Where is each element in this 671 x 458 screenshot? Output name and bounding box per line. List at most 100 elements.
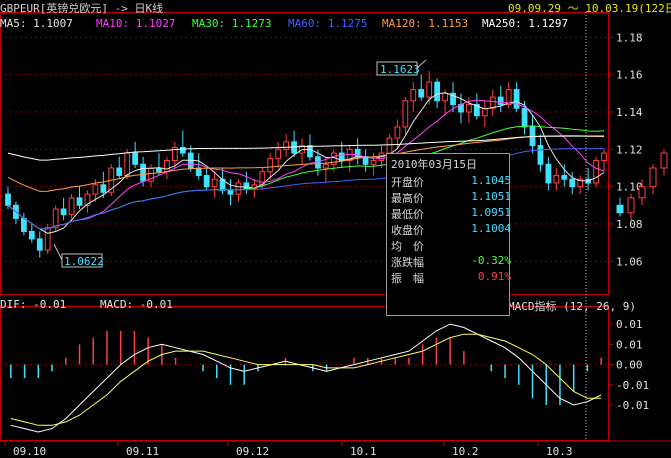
candle-info-box: 2010年03月15日 开盘价 1.1045 最高价 1.1051 最低价 1.… — [386, 153, 511, 316]
candle-body — [521, 107, 528, 128]
macd-tick-label: 0.01 — [616, 318, 643, 331]
candle-body — [36, 238, 43, 251]
dif-line — [10, 323, 602, 433]
info-date: 2010年03月15日 — [391, 158, 477, 171]
candle-body — [52, 208, 59, 229]
candle-body — [561, 174, 568, 180]
ma120-legend: MA120: 1.1153 — [382, 17, 469, 30]
ma250-legend: MA250: 1.1297 — [482, 17, 569, 30]
candle-body — [466, 104, 472, 113]
macd-tick-label: 0.01 — [616, 338, 643, 351]
time-axis-label: 09.11 — [126, 445, 159, 458]
candle-body — [179, 146, 186, 154]
candle-body — [5, 193, 11, 206]
candle-body — [235, 182, 242, 195]
date-range: 09.09.29 ～ 10.03.19(122日) — [508, 2, 671, 15]
candle-body — [616, 204, 624, 214]
time-axis-label: 10.2 — [452, 445, 479, 458]
candle-body — [638, 186, 646, 199]
symbol-title: GBPEUR[英镑兑欧元] -> 日K线 — [0, 2, 164, 15]
candle-body — [370, 160, 377, 165]
candle-body — [442, 92, 448, 102]
candle-body — [140, 163, 146, 182]
ma60-legend: MA60: 1.1275 — [288, 17, 368, 30]
time-axis-label: 09.10 — [13, 445, 46, 458]
candle-body — [553, 174, 560, 184]
candle-body — [660, 152, 668, 169]
candle-body — [132, 152, 139, 165]
info-row-average: 均 价 — [391, 240, 424, 253]
price-tick-label: 1.12 — [616, 143, 643, 156]
candle-body — [434, 81, 441, 102]
candle-body — [195, 167, 202, 176]
candle-body — [28, 230, 35, 240]
dif-label: DIF: -0.01 — [0, 298, 67, 311]
candle-body — [649, 167, 657, 188]
time-axis-label: 10.1 — [350, 445, 377, 458]
price-tick-label: 1.06 — [616, 255, 643, 268]
candle-body — [283, 141, 290, 150]
ma30-line — [7, 125, 605, 230]
dea-line — [10, 333, 602, 426]
candle-body — [227, 189, 234, 195]
candle-body — [68, 197, 75, 216]
ma10-legend: MA10: 1.1027 — [96, 17, 176, 30]
info-row-change: 涨跌幅 -0.32% — [391, 254, 511, 269]
ma30-legend: MA30: 1.1273 — [192, 17, 272, 30]
candle-body — [100, 184, 107, 193]
candle-body — [275, 148, 282, 160]
price-tick-label: 1.08 — [616, 218, 643, 231]
candle-body — [497, 96, 504, 106]
info-row-high: 最高价 1.1051 — [391, 190, 511, 205]
candle-body — [116, 167, 123, 176]
candle-body — [211, 178, 218, 188]
candle-body — [489, 96, 496, 109]
candle-body — [402, 100, 409, 128]
candle-body — [307, 145, 313, 158]
candle-body — [410, 89, 417, 102]
candle-body — [593, 160, 599, 184]
price-tick-label: 1.16 — [616, 69, 643, 82]
candle-body — [164, 160, 170, 173]
candle-body — [92, 184, 99, 195]
candle-body — [291, 141, 297, 154]
macd-tick-label: -0.01 — [616, 399, 649, 412]
info-row-amplitude: 振 幅 0.91% — [391, 270, 511, 285]
time-axis-label: 09.12 — [236, 445, 269, 458]
candle-body — [537, 145, 544, 165]
candle-body — [418, 89, 425, 98]
macd-frame — [0, 306, 609, 441]
ma5-line — [7, 92, 605, 234]
price-tick-label: 1.14 — [616, 106, 643, 119]
candle-body — [569, 178, 576, 188]
candle-body — [20, 217, 27, 232]
price-tick-label: 1.18 — [616, 31, 643, 44]
candle-body — [44, 227, 51, 251]
ma5-legend: MA5: 1.1007 — [0, 17, 73, 30]
low-marker-pointer — [53, 243, 63, 261]
candle-body — [545, 163, 552, 184]
candle-body — [76, 197, 83, 206]
candle-body — [203, 174, 210, 188]
candle-body — [386, 137, 393, 154]
macd-indicator-label: MACD指标 (12, 26, 9) — [508, 300, 636, 313]
ma250-line — [7, 135, 604, 161]
candle-body — [513, 89, 520, 109]
candle-body — [124, 152, 131, 176]
candle-body — [156, 167, 162, 173]
info-row-open: 开盘价 1.1045 — [391, 174, 511, 189]
candle-body — [322, 163, 329, 169]
kline-chart: 1.181.161.141.121.101.081.061.16231.0622… — [0, 12, 671, 458]
low-marker-label: 1.0622 — [64, 255, 104, 268]
macd-tick-label: 0.00 — [616, 359, 643, 372]
candle-body — [426, 81, 433, 98]
candle-body — [267, 158, 274, 173]
macd-label: MACD: -0.01 — [100, 298, 173, 311]
macd-tick-label: -0.01 — [616, 379, 649, 392]
candle-body — [627, 197, 635, 214]
candle-body — [394, 126, 401, 139]
high-marker-label: 1.1623 — [380, 63, 420, 76]
info-row-low: 最低价 1.0951 — [391, 206, 511, 221]
candle-body — [60, 208, 67, 216]
time-axis-label: 10.3 — [546, 445, 573, 458]
